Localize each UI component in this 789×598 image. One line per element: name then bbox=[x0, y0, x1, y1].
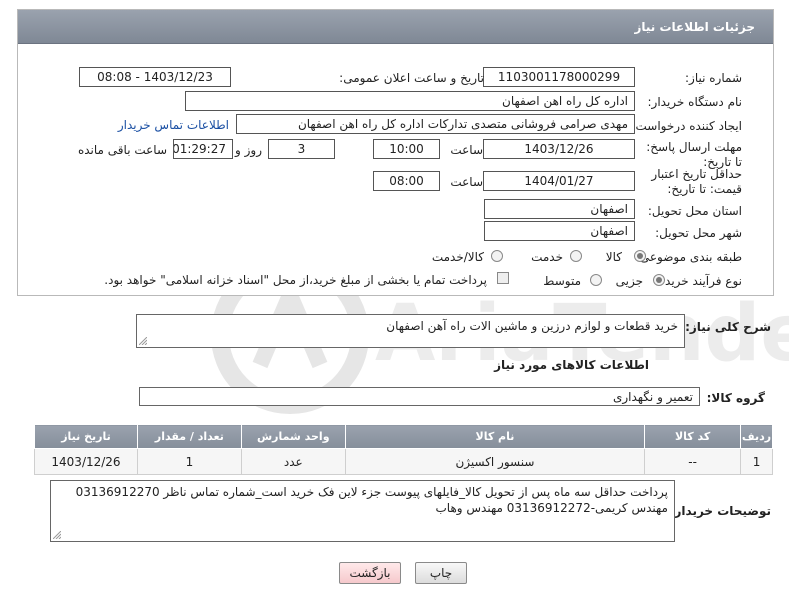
days-label: روز و bbox=[235, 143, 262, 157]
category-goods-service-radio[interactable] bbox=[491, 250, 503, 262]
col-name-header: نام کالا bbox=[344, 424, 646, 449]
buyer-notes-text: پرداخت حداقل سه ماه پس از تحویل کالا_فای… bbox=[75, 485, 668, 515]
resize-grip-icon[interactable] bbox=[53, 531, 61, 539]
treasury-payment-note: پرداخت تمام یا بخشی از مبلغ خرید،از محل … bbox=[104, 273, 487, 287]
cell-code: -- bbox=[644, 448, 742, 475]
process-medium-radio[interactable] bbox=[590, 274, 602, 286]
remaining-label: ساعت باقی مانده bbox=[77, 143, 167, 157]
col-unit-header: واحد شمارش bbox=[240, 424, 346, 449]
page-title: جزئیات اطلاعات نیاز bbox=[634, 20, 755, 34]
col-qty-header: تعداد / مقدار bbox=[136, 424, 242, 449]
col-row-header: ردیف bbox=[740, 424, 773, 449]
price-validity-date-field: 1404/01/27 bbox=[483, 171, 635, 191]
province-field: اصفهان bbox=[484, 199, 635, 219]
col-code-header: کد کالا bbox=[644, 424, 742, 449]
description-text: خرید قطعات و لوازم درزین و ماشین الات را… bbox=[386, 319, 678, 333]
announce-datetime-label: تاریخ و ساعت اعلان عمومی: bbox=[339, 71, 484, 85]
city-field: اصفهان bbox=[484, 221, 635, 241]
category-goods-label: کالا bbox=[605, 250, 622, 264]
process-minor-label: جزیی bbox=[615, 274, 643, 288]
buyer-notes-label: توضیحات خریدار: bbox=[669, 504, 771, 518]
cell-row: 1 bbox=[740, 448, 773, 475]
need-number-label: شماره نیاز: bbox=[685, 71, 742, 85]
goods-table: ردیف کد کالا نام کالا واحد شمارش تعداد /… bbox=[34, 424, 773, 475]
goods-info-title: اطلاعات کالاهای مورد نیاز bbox=[494, 358, 649, 372]
remaining-time-field: 01:29:27 bbox=[173, 139, 233, 159]
buyer-org-label: نام دستگاه خریدار: bbox=[647, 95, 743, 109]
announce-datetime-field: 1403/12/23 - 08:08 bbox=[79, 67, 231, 87]
process-minor-radio[interactable] bbox=[653, 274, 665, 286]
reply-date-field: 1403/12/26 bbox=[483, 139, 635, 159]
price-validity-label: حداقل تاریخ اعتبار قیمت: تا تاریخ: bbox=[651, 167, 742, 196]
table-header-row: ردیف کد کالا نام کالا واحد شمارش تعداد /… bbox=[34, 424, 773, 449]
category-service-radio[interactable] bbox=[570, 250, 582, 262]
description-textarea[interactable]: خرید قطعات و لوازم درزین و ماشین الات را… bbox=[136, 314, 685, 348]
province-label: استان محل تحویل: bbox=[647, 204, 742, 218]
cell-unit: عدد bbox=[240, 448, 346, 475]
goods-group-field: تعمیر و نگهداری bbox=[139, 387, 700, 406]
table-row[interactable]: 1 -- سنسور اکسیژن عدد 1 1403/12/26 bbox=[34, 448, 773, 475]
creator-field: مهدی صرامی فروشانی متصدی تدارکات اداره ک… bbox=[236, 114, 635, 134]
resize-grip-icon[interactable] bbox=[139, 337, 147, 345]
category-goods-radio[interactable] bbox=[634, 250, 646, 262]
process-medium-label: متوسط bbox=[543, 274, 581, 288]
category-label: طبقه بندی موضوعی: bbox=[635, 250, 742, 264]
reply-deadline-label: مهلت ارسال پاسخ: تا تاریخ: bbox=[646, 140, 742, 169]
back-button[interactable]: بازگشت bbox=[339, 562, 401, 584]
need-number-field: 1103001178000299 bbox=[483, 67, 635, 87]
buyer-contact-link[interactable]: اطلاعات تماس خریدار bbox=[118, 118, 229, 132]
col-date-header: تاریخ نیاز bbox=[34, 424, 138, 449]
price-validity-time-field: 08:00 bbox=[373, 171, 440, 191]
buyer-notes-textarea[interactable]: پرداخت حداقل سه ماه پس از تحویل کالا_فای… bbox=[50, 480, 675, 542]
remaining-days-field: 3 bbox=[268, 139, 335, 159]
treasury-payment-checkbox[interactable] bbox=[497, 272, 509, 284]
process-type-label: نوع فرآیند خرید : bbox=[657, 274, 742, 288]
category-service-label: خدمت bbox=[531, 250, 563, 264]
cell-name: سنسور اکسیژن bbox=[344, 448, 646, 475]
reply-time-field: 10:00 bbox=[373, 139, 440, 159]
goods-group-label: گروه کالا: bbox=[706, 391, 765, 405]
category-goods-service-label: کالا/خدمت bbox=[431, 250, 484, 264]
cell-date: 1403/12/26 bbox=[34, 448, 138, 475]
creator-label: ایجاد کننده درخواست: bbox=[631, 119, 742, 133]
city-label: شهر محل تحویل: bbox=[655, 226, 742, 240]
buyer-org-field: اداره کل راه اهن اصفهان bbox=[185, 91, 635, 111]
reply-time-label: ساعت bbox=[450, 143, 483, 157]
cell-qty: 1 bbox=[136, 448, 242, 475]
print-button[interactable]: چاپ bbox=[415, 562, 467, 584]
description-label: شرح کلی نیاز: bbox=[685, 320, 771, 334]
panel-header: جزئیات اطلاعات نیاز bbox=[18, 10, 773, 44]
price-time-label: ساعت bbox=[450, 175, 483, 189]
